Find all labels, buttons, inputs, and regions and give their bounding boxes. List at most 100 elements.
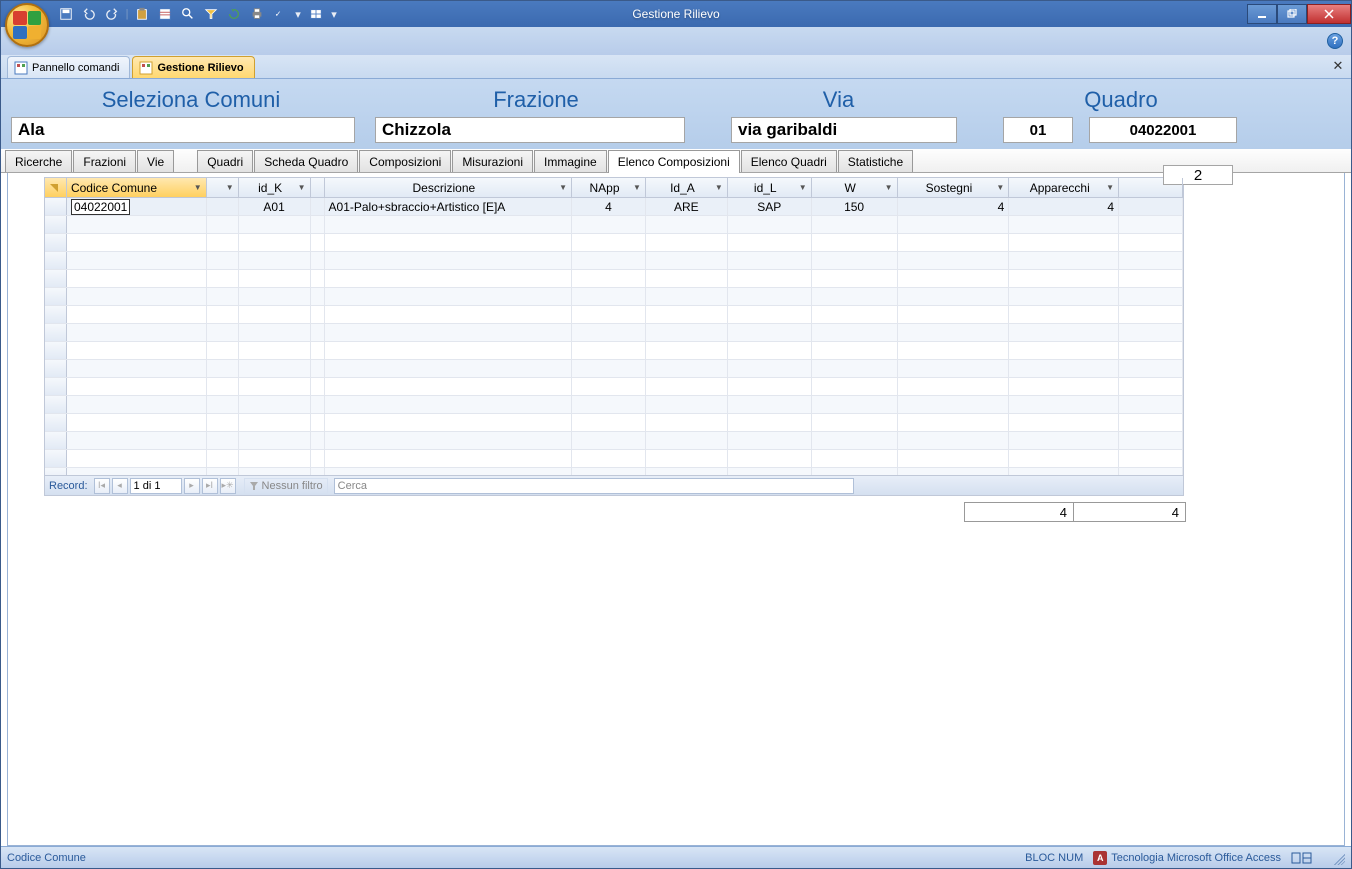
totals-row: 4 4 bbox=[8, 496, 1344, 528]
qat-spell-icon[interactable]: ✓ bbox=[269, 4, 291, 24]
close-tab-icon[interactable]: ✕ bbox=[1331, 59, 1345, 73]
ribbon-area: ? bbox=[1, 27, 1351, 55]
status-bar: Codice Comune BLOC NUM A Tecnologia Micr… bbox=[1, 846, 1351, 868]
dropdown-icon[interactable]: ▼ bbox=[1106, 183, 1114, 192]
grid-search-input[interactable] bbox=[334, 478, 854, 494]
cell-blank2[interactable] bbox=[311, 198, 325, 215]
cell-sostegni[interactable]: 4 bbox=[898, 198, 1010, 215]
tab-ricerche[interactable]: Ricerche bbox=[5, 150, 72, 172]
document-tab-strip: Pannello comandi Gestione Rilievo ✕ bbox=[1, 55, 1351, 79]
tab-elenco-quadri[interactable]: Elenco Quadri bbox=[741, 150, 837, 172]
qat-undo-icon[interactable] bbox=[78, 4, 100, 24]
maximize-button[interactable] bbox=[1277, 4, 1307, 24]
help-icon[interactable]: ? bbox=[1327, 33, 1343, 49]
col-blank2[interactable] bbox=[311, 178, 325, 197]
cell-w[interactable]: 150 bbox=[812, 198, 898, 215]
dropdown-icon[interactable]: ▼ bbox=[633, 183, 641, 192]
view-icons[interactable] bbox=[1291, 851, 1321, 865]
via-field[interactable] bbox=[731, 117, 957, 143]
record-position-input[interactable] bbox=[130, 478, 182, 494]
nav-new-button[interactable]: ▸✳ bbox=[220, 478, 236, 494]
filter-indicator[interactable]: Nessun filtro bbox=[244, 478, 328, 494]
label-seleziona-comuni: Seleziona Comuni bbox=[11, 87, 371, 113]
tab-statistiche[interactable]: Statistiche bbox=[838, 150, 913, 172]
tab-immagine[interactable]: Immagine bbox=[534, 150, 607, 172]
qat-find-icon[interactable] bbox=[177, 4, 199, 24]
qat-print-icon[interactable] bbox=[246, 4, 268, 24]
table-row[interactable]: 04022001 A01 A01-Palo+sbraccio+Artistico… bbox=[45, 198, 1183, 216]
dropdown-icon[interactable]: ▼ bbox=[298, 183, 306, 192]
cell-blank1[interactable] bbox=[207, 198, 239, 215]
tab-quadri[interactable]: Quadri bbox=[197, 150, 253, 172]
cell-extra[interactable] bbox=[1119, 198, 1183, 215]
tab-misurazioni[interactable]: Misurazioni bbox=[452, 150, 533, 172]
cell-napp[interactable]: 4 bbox=[572, 198, 646, 215]
col-w[interactable]: W▼ bbox=[812, 178, 898, 197]
dropdown-icon[interactable]: ▼ bbox=[559, 183, 567, 192]
qat-redo-icon[interactable] bbox=[101, 4, 123, 24]
nav-last-button[interactable]: ▸I bbox=[202, 478, 218, 494]
cell-id-k[interactable]: A01 bbox=[239, 198, 311, 215]
frazione-field[interactable] bbox=[375, 117, 685, 143]
qat-filter-icon[interactable] bbox=[200, 4, 222, 24]
tab-pannello-comandi[interactable]: Pannello comandi bbox=[7, 56, 130, 78]
col-blank1[interactable]: ▼ bbox=[207, 178, 239, 197]
dropdown-icon[interactable]: ▼ bbox=[799, 183, 807, 192]
col-apparecchi[interactable]: Apparecchi▼ bbox=[1009, 178, 1119, 197]
cell-apparecchi[interactable]: 4 bbox=[1009, 198, 1119, 215]
form-icon bbox=[14, 61, 28, 75]
col-descrizione[interactable]: Descrizione▼ bbox=[325, 178, 573, 197]
dropdown-icon[interactable]: ▼ bbox=[885, 183, 893, 192]
dropdown-icon[interactable]: ▼ bbox=[996, 183, 1004, 192]
status-left: Codice Comune bbox=[7, 852, 86, 864]
form-icon bbox=[139, 61, 153, 75]
col-extra[interactable] bbox=[1119, 178, 1183, 197]
tab-composizioni[interactable]: Composizioni bbox=[359, 150, 451, 172]
dropdown-icon[interactable]: ▼ bbox=[715, 183, 723, 192]
data-grid: Codice Comune▼ ▼ id_K▼ Descrizione▼ NApp… bbox=[44, 177, 1184, 496]
tab-vie[interactable]: Vie bbox=[137, 150, 174, 172]
cell-codice-comune[interactable]: 04022001 bbox=[67, 198, 207, 215]
select-all-header[interactable] bbox=[45, 178, 67, 197]
col-id-k[interactable]: id_K▼ bbox=[239, 178, 311, 197]
dropdown-icon[interactable]: ▼ bbox=[226, 183, 234, 192]
col-codice-comune[interactable]: Codice Comune▼ bbox=[67, 178, 207, 197]
close-button[interactable] bbox=[1307, 4, 1351, 24]
qat-save-icon[interactable] bbox=[55, 4, 77, 24]
grid-header: Codice Comune▼ ▼ id_K▼ Descrizione▼ NApp… bbox=[45, 178, 1183, 198]
qat-refresh-icon[interactable] bbox=[223, 4, 245, 24]
col-id-l[interactable]: id_L▼ bbox=[728, 178, 812, 197]
inner-tab-strip: Ricerche Frazioni Vie Quadri Scheda Quad… bbox=[1, 149, 1351, 173]
row-selector[interactable] bbox=[45, 198, 67, 215]
resize-grip[interactable] bbox=[1331, 851, 1345, 865]
nav-first-button[interactable]: I◂ bbox=[94, 478, 110, 494]
col-id-a[interactable]: Id_A▼ bbox=[646, 178, 728, 197]
col-sostegni[interactable]: Sostegni▼ bbox=[898, 178, 1010, 197]
nav-next-button[interactable]: ▸ bbox=[184, 478, 200, 494]
tab-gestione-rilievo[interactable]: Gestione Rilievo bbox=[132, 56, 254, 78]
quadro-code1-field[interactable] bbox=[1003, 117, 1073, 143]
cell-id-l[interactable]: SAP bbox=[728, 198, 812, 215]
tab-scheda-quadro[interactable]: Scheda Quadro bbox=[254, 150, 358, 172]
qat-dropdown-icon[interactable]: ▾ bbox=[292, 4, 304, 24]
dropdown-icon[interactable]: ▼ bbox=[194, 183, 202, 192]
qat-form-icon[interactable] bbox=[154, 4, 176, 24]
funnel-icon bbox=[249, 481, 259, 491]
cell-descrizione[interactable]: A01-Palo+sbraccio+Artistico [E]A bbox=[325, 198, 573, 215]
access-icon: A bbox=[1093, 851, 1107, 865]
grid-body[interactable]: 04022001 A01 A01-Palo+sbraccio+Artistico… bbox=[45, 198, 1183, 475]
comuni-field[interactable] bbox=[11, 117, 355, 143]
minimize-button[interactable] bbox=[1247, 4, 1277, 24]
qat-more-icon[interactable]: ▾ bbox=[328, 4, 340, 24]
nav-prev-button[interactable]: ◂ bbox=[112, 478, 128, 494]
tab-elenco-composizioni[interactable]: Elenco Composizioni bbox=[608, 150, 740, 173]
quadro-code2-field[interactable] bbox=[1089, 117, 1237, 143]
total-apparecchi: 4 bbox=[1074, 502, 1186, 522]
tab-frazioni[interactable]: Frazioni bbox=[73, 150, 136, 172]
cell-id-a[interactable]: ARE bbox=[646, 198, 728, 215]
qat-paste-icon[interactable] bbox=[131, 4, 153, 24]
office-button[interactable] bbox=[5, 3, 49, 47]
col-napp[interactable]: NApp▼ bbox=[572, 178, 646, 197]
quick-access-toolbar: | ✓ ▾ ▾ bbox=[1, 1, 340, 27]
qat-table-icon[interactable] bbox=[305, 4, 327, 24]
